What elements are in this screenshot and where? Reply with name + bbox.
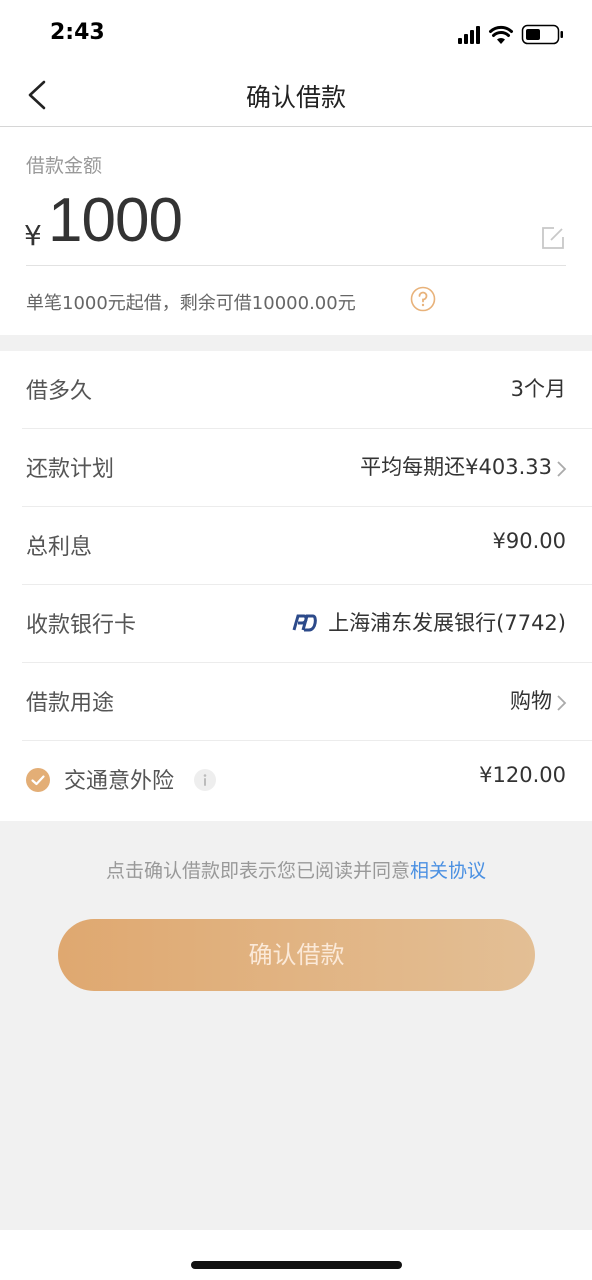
edit-icon[interactable]	[540, 225, 566, 251]
status-icons	[458, 24, 563, 45]
chevron-right-icon	[557, 695, 567, 711]
row-duration[interactable]: 借多久 3个月	[22, 351, 592, 429]
insurance-label: 交通意外险	[64, 769, 175, 794]
repay-plan-value: 平均每期还¥403.33	[360, 455, 552, 479]
currency-symbol: ¥	[24, 219, 42, 252]
wifi-icon	[489, 25, 513, 44]
purpose-label: 借款用途	[26, 691, 115, 716]
interest-label: 总利息	[26, 535, 93, 560]
amount-card: 借款金额 ¥ 1000 单笔1000元起借，剩余可借10000.00元	[0, 127, 592, 335]
info-icon[interactable]	[194, 769, 216, 791]
bank-card-label: 收款银行卡	[26, 613, 137, 638]
bank-card-value: 上海浦东发展银行(7742)	[292, 607, 566, 637]
agreement-prefix: 点击确认借款即表示您已阅读并同意	[105, 860, 410, 882]
agreement-link[interactable]: 相关协议	[410, 860, 486, 882]
home-area	[0, 1230, 592, 1280]
signal-icon	[458, 26, 480, 44]
interest-value: ¥90.00	[492, 529, 566, 553]
loan-details-list: 借多久 3个月 还款计划 平均每期还¥403.33 总利息 ¥90.00 收款银…	[0, 351, 592, 821]
battery-icon	[521, 24, 563, 45]
bank-card-text: 上海浦东发展银行(7742)	[328, 611, 566, 635]
row-repay-plan[interactable]: 还款计划 平均每期还¥403.33	[22, 429, 592, 507]
agreement-text: 点击确认借款即表示您已阅读并同意相关协议	[0, 856, 592, 883]
chevron-right-icon	[557, 461, 567, 477]
page-title: 确认借款	[245, 83, 346, 112]
checkbox-checked-icon[interactable]	[26, 768, 50, 792]
repay-plan-label: 还款计划	[26, 457, 115, 482]
row-purpose[interactable]: 借款用途 购物	[22, 663, 592, 741]
duration-value: 3个月	[510, 377, 566, 401]
status-time: 2:43	[50, 20, 105, 45]
home-indicator[interactable]	[191, 1261, 402, 1269]
amount-divider	[26, 265, 566, 266]
status-bar: 2:43	[0, 0, 592, 64]
confirm-loan-button[interactable]: 确认借款	[58, 919, 535, 991]
insurance-value: ¥120.00	[479, 763, 566, 787]
row-bank-card[interactable]: 收款银行卡 上海浦东发展银行(7742)	[22, 585, 592, 663]
bank-logo-icon	[292, 614, 317, 632]
amount-hint: 单笔1000元起借，剩余可借10000.00元	[26, 293, 356, 314]
amount-label: 借款金额	[26, 155, 103, 177]
row-interest: 总利息 ¥90.00	[22, 507, 592, 585]
purpose-value: 购物	[510, 689, 552, 713]
duration-label: 借多久	[26, 379, 93, 404]
nav-bar: 确认借款	[0, 64, 592, 127]
row-insurance: 交通意外险 ¥120.00	[22, 741, 592, 819]
amount-input[interactable]: 1000	[48, 185, 183, 256]
help-icon[interactable]	[410, 286, 436, 312]
